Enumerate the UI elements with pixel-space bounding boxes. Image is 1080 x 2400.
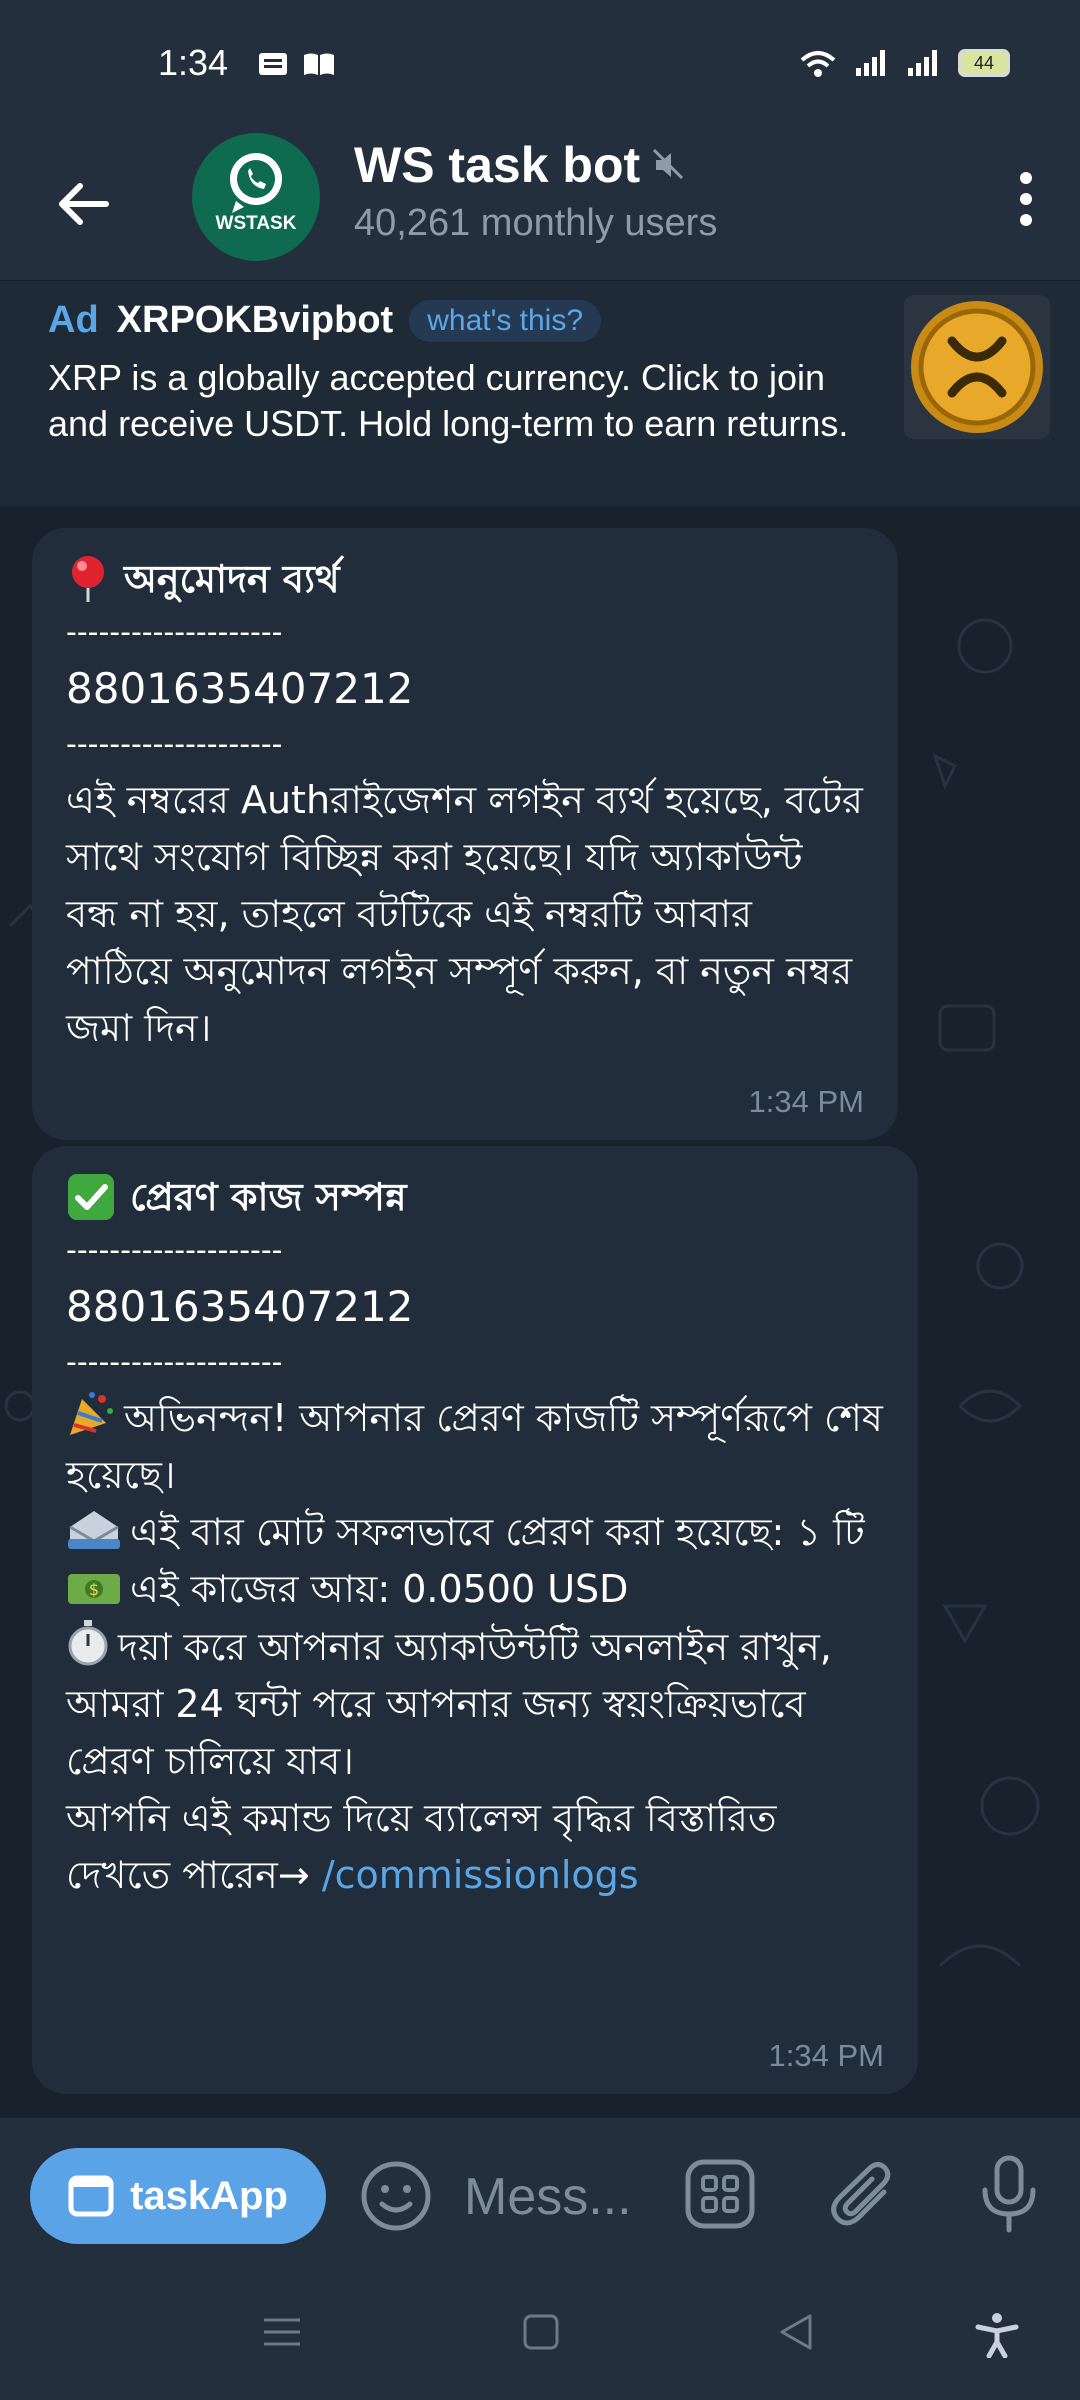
mute-icon — [652, 148, 684, 180]
message-title: প্রেরণ কাজ সম্পন্ন — [66, 1170, 884, 1224]
back-arrow-icon[interactable] — [52, 172, 116, 236]
ad-bot-name[interactable]: XRPOKBvipbot — [117, 299, 394, 342]
task-app-label: taskApp — [130, 2173, 288, 2218]
message-time: 1:34 PM — [748, 1084, 864, 1119]
message-input[interactable] — [462, 2156, 652, 2238]
status-time: 1:34 — [158, 42, 229, 83]
message-line: আপনি এই কমান্ড দিয়ে ব্যালেন্স বৃদ্ধির ব… — [66, 1790, 884, 1904]
check-mark-icon — [68, 1174, 114, 1220]
task-app-button[interactable]: taskApp — [30, 2148, 326, 2244]
microphone-icon[interactable] — [976, 2154, 1042, 2234]
sent-count-text: এই বার মোট সফলভাবে প্রেরণ করা হয়েছে: ১ … — [130, 1510, 865, 1554]
message-title-text: অনুমোদন ব্যর্থ — [124, 557, 340, 601]
book-icon — [304, 53, 334, 75]
avatar[interactable]: WSTASK — [192, 133, 320, 261]
emoji-icon[interactable] — [358, 2158, 434, 2234]
message-body: এই নম্বরের Authরাইজেশন লগইন ব্যর্থ হয়েছ… — [66, 778, 863, 1050]
phone-number: 8801635407212 — [66, 664, 414, 713]
signal-icon — [856, 50, 885, 76]
message-line: দয়া করে আপনার অ্যাকাউন্টটি অনলাইন রাখুন… — [66, 1618, 884, 1790]
message-body: অভিনন্দন! আপনার প্রেরণ কাজটি সম্পূর্ণরূপ… — [66, 1390, 884, 1904]
separator: -------------------- — [66, 727, 283, 762]
chat-title[interactable]: WS task bot — [354, 136, 640, 194]
stopwatch-icon — [68, 1620, 108, 1666]
xrp-coin-icon — [911, 301, 1043, 433]
battery-icon: 44 — [958, 49, 1010, 77]
message-bubble[interactable]: অনুমোদন ব্যর্থ -------------------- 8801… — [32, 528, 898, 1140]
message-title-text: প্রেরণ কাজ সম্পন্ন — [130, 1175, 407, 1219]
red-pin-icon — [72, 556, 104, 602]
wifi-icon — [800, 51, 836, 77]
message-line: $ এই কাজের আয়: 0.0500 USD — [66, 1561, 884, 1618]
envelope-tray-icon — [68, 1511, 120, 1549]
input-bar: taskApp — [0, 2118, 1080, 2268]
status-bar: 1:34 44 — [0, 0, 1080, 130]
status-right-icons: 44 — [798, 48, 1010, 78]
chat-header: WSTASK WS task bot 40,261 monthly users — [0, 130, 1080, 280]
separator: -------------------- — [66, 1233, 283, 1268]
avatar-label: WSTASK — [215, 213, 297, 234]
chat-subtitle: 40,261 monthly users — [354, 202, 718, 244]
money-icon: $ — [68, 1574, 120, 1604]
bot-apps-icon[interactable] — [684, 2158, 756, 2230]
message-line: এই বার মোট সফলভাবে প্রেরণ করা হয়েছে: ১ … — [66, 1504, 884, 1561]
system-nav-bar — [0, 2268, 1080, 2400]
message-bubble[interactable]: প্রেরণ কাজ সম্পন্ন -------------------- … — [32, 1146, 918, 2094]
svg-text:$: $ — [89, 1580, 99, 1599]
separator: -------------------- — [66, 1345, 283, 1380]
more-options-icon[interactable] — [996, 164, 1056, 234]
signal-icon — [908, 50, 937, 76]
chat-area[interactable]: অনুমোদন ব্যর্থ -------------------- 8801… — [0, 506, 1080, 2118]
ad-tag: Ad — [48, 299, 99, 341]
message-title: অনুমোদন ব্যর্থ — [66, 552, 864, 606]
earnings-text: এই কাজের আয়: 0.0500 USD — [130, 1567, 629, 1611]
party-popper-icon — [70, 1392, 113, 1435]
phone-number: 8801635407212 — [66, 1282, 414, 1331]
whatsapp-logo-icon — [230, 153, 282, 213]
sponsored-ad[interactable]: Ad XRPOKBvipbot what's this? XRP is a gl… — [0, 280, 1080, 507]
attach-icon[interactable] — [828, 2156, 900, 2232]
news-icon — [259, 53, 287, 75]
menu-lines-icon[interactable] — [262, 2312, 302, 2352]
message-time: 1:34 PM — [768, 2038, 884, 2073]
ad-header: Ad XRPOKBvipbot what's this? — [48, 299, 602, 342]
commissionlogs-link[interactable]: /commissionlogs — [322, 1853, 639, 1897]
ad-image[interactable] — [904, 295, 1050, 439]
separator: -------------------- — [66, 615, 283, 650]
app-window-icon — [68, 2175, 114, 2217]
status-left-icons — [258, 52, 336, 76]
ad-whats-this-button[interactable]: what's this? — [409, 299, 602, 342]
online-notice-text: দয়া করে আপনার অ্যাকাউন্টটি অনলাইন রাখুন… — [66, 1625, 832, 1783]
back-triangle-icon[interactable] — [776, 2312, 816, 2352]
congrats-text: অভিনন্দন! আপনার প্রেরণ কাজটি সম্পূর্ণরূপ… — [66, 1396, 883, 1497]
ad-text: XRP is a globally accepted currency. Cli… — [48, 357, 849, 444]
message-line: অভিনন্দন! আপনার প্রেরণ কাজটি সম্পূর্ণরূপ… — [66, 1390, 884, 1504]
accessibility-icon[interactable] — [974, 2312, 1020, 2358]
home-square-icon[interactable] — [522, 2312, 560, 2352]
